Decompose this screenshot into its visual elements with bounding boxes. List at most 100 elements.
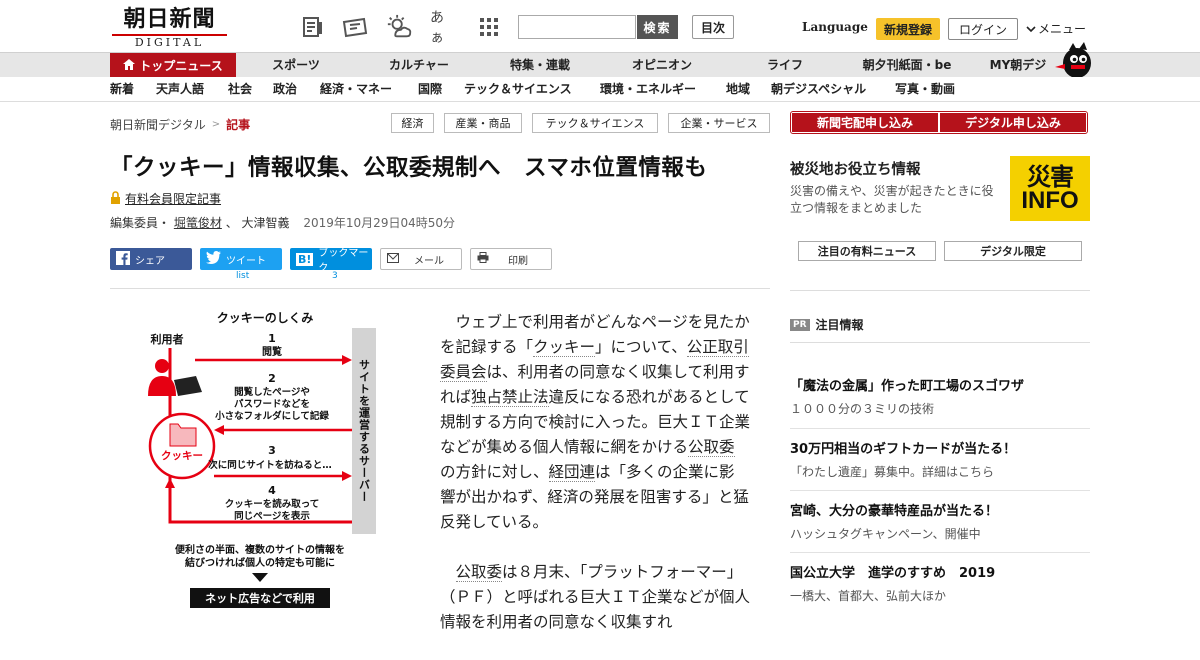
hatena-count[interactable]: 3 — [332, 271, 338, 281]
subnav-economy[interactable]: 経済・マネー — [320, 77, 392, 102]
disaster-info-title[interactable]: 被災地お役立ち情報 — [790, 158, 921, 179]
grid-menu-icon[interactable] — [476, 14, 502, 40]
nav-newspaper[interactable]: 朝夕刊紙面・be — [848, 53, 966, 78]
nav-opinion[interactable]: オピニオン — [617, 53, 707, 78]
pr-item[interactable]: 宮崎、大分の豪華特産品が当たる！ ハッシュタグキャンペーン、開催中 — [790, 503, 1090, 543]
nav-my-asahi[interactable]: MY朝デジ — [980, 53, 1056, 78]
subnav-region[interactable]: 地域 — [726, 77, 750, 102]
contents-button[interactable]: 目次 — [692, 15, 734, 39]
subnav-special[interactable]: 朝デジスペシャル — [771, 77, 866, 102]
breadcrumb-home[interactable]: 朝日新聞デジタル — [110, 116, 206, 133]
step3-label: 次に同じサイトを訪ねると… — [208, 459, 332, 471]
keyword-link-keidanren[interactable]: 経団連 — [548, 463, 596, 482]
print-button[interactable]: 印刷 — [470, 248, 552, 270]
subnav-tech-science[interactable]: テック＆サイエンス — [464, 77, 572, 102]
twitter-share-button[interactable]: ツイート — [200, 248, 282, 270]
disaster-info-logo[interactable]: 災害 INFO — [1010, 156, 1090, 221]
subnav-society[interactable]: 社会 — [228, 77, 252, 102]
pr-item[interactable]: 国公立大学 進学のすすめ 2019 一橋大、首都大、弘前大ほか — [790, 565, 1090, 605]
keyword-link-antimonopoly[interactable]: 独占禁止法 — [471, 388, 549, 407]
pr-section-title: 注目情報 — [815, 318, 864, 332]
tag-economy[interactable]: 経済 — [391, 113, 434, 133]
twitter-icon — [206, 251, 221, 267]
mail-icon — [387, 252, 399, 266]
nav-features[interactable]: 特集・連載 — [495, 53, 585, 78]
weather-icon[interactable] — [386, 14, 412, 40]
facebook-share-label: シェア — [135, 255, 165, 267]
cookie-diagram[interactable]: クッキーのしくみ 利用者 クッキー サイトを運営するサーバー 1 閲覧 2 閲覧… — [140, 306, 390, 630]
search-button[interactable]: 検索 — [637, 15, 678, 39]
keyword-link-kotorii-2[interactable]: 公取委 — [455, 563, 503, 582]
login-button[interactable]: ログイン — [948, 18, 1018, 40]
note-line2: 結びつければ個人の特定も可能に — [185, 556, 335, 569]
home-icon — [123, 58, 136, 73]
ticket-icon[interactable] — [342, 14, 368, 40]
arrowhead-step4 — [165, 478, 175, 488]
newspaper-delivery-button[interactable]: 新聞宅配申し込み — [792, 113, 938, 132]
hatena-bookmark-button[interactable]: B! ブックマーク — [290, 248, 372, 274]
tag-tech-science[interactable]: テック＆サイエンス — [532, 113, 658, 133]
pr-item[interactable]: 「魔法の金属」作った町工場のスゴワザ １０００分の３ミリの技術 — [790, 378, 1090, 418]
site-logo[interactable]: 朝日新聞 DIGITAL — [112, 6, 227, 49]
nav-sports[interactable]: スポーツ — [256, 53, 336, 78]
subnav-international[interactable]: 国際 — [418, 77, 442, 102]
facebook-icon — [116, 250, 130, 268]
tab-digital-only[interactable]: デジタル限定 — [944, 241, 1082, 261]
step2-line1: 閲覧したページや — [234, 386, 310, 398]
author-link[interactable]: 堀篭俊材 — [174, 216, 222, 230]
facebook-share-button[interactable]: シェア — [110, 248, 192, 270]
tab-premium-news[interactable]: 注目の有料ニュース — [798, 241, 936, 261]
nav-culture[interactable]: カルチャー — [374, 53, 464, 78]
mascot-icon[interactable] — [1055, 41, 1095, 79]
nav-top-news[interactable]: トップニュース — [110, 53, 236, 78]
result-label: ネット広告などで利用 — [205, 591, 315, 605]
tag-business[interactable]: 企業・サービス — [668, 113, 770, 133]
user-head — [155, 359, 169, 373]
hatena-bookmark-icon: B! — [296, 252, 314, 266]
disaster-logo-top: 災害 — [1027, 162, 1074, 191]
step2-line2: パスワードなどを — [234, 398, 310, 410]
tag-industry[interactable]: 産業・商品 — [444, 113, 522, 133]
sub-nav: 新着 天声人語 社会 政治 経済・マネー 国際 テック＆サイエンス 環境・エネル… — [0, 77, 1200, 102]
language-link[interactable]: Language — [802, 20, 868, 34]
step3-number: 3 — [268, 444, 276, 457]
digital-subscription-button[interactable]: デジタル申し込み — [940, 113, 1086, 132]
pr-divider — [790, 342, 1090, 343]
register-button[interactable]: 新規登録 — [876, 18, 940, 40]
article-headline: 「クッキー」情報収集、公取委規制へ スマホ位置情報も — [110, 155, 708, 181]
pr-item-subtitle: 一橋大、首都大、弘前大ほか — [790, 589, 947, 603]
twitter-count[interactable]: list — [236, 271, 249, 281]
diagram-title: クッキーのしくみ — [217, 311, 313, 325]
keyword-link-kotorii[interactable]: 公取委 — [688, 438, 735, 457]
subscription-buttons: 新聞宅配申し込み デジタル申し込み — [790, 111, 1088, 134]
pr-item[interactable]: 30万円相当のギフトカードが当たる！ 「わたし遺産」募集中。詳細はこちら — [790, 441, 1090, 481]
newspaper-icon[interactable] — [300, 14, 326, 40]
user-label: 利用者 — [151, 332, 184, 346]
mail-share-button[interactable]: メール — [380, 248, 462, 270]
pr-item-headline: 30万円相当のギフトカードが当たる！ — [790, 442, 1017, 457]
byline: 編集委員・ 堀篭俊材 、 大津智義 2019年10月29日04時50分 — [110, 214, 455, 231]
subnav-politics[interactable]: 政治 — [273, 77, 297, 102]
pr-item-headline: 「魔法の金属」作った町工場のスゴワザ — [790, 379, 1025, 394]
arrowhead-step2 — [214, 425, 224, 435]
search-input[interactable] — [518, 15, 636, 39]
menu-button[interactable]: メニュー — [1026, 20, 1086, 37]
subnav-tenseijingo[interactable]: 天声人語 — [156, 77, 204, 102]
keyword-link-cookie[interactable]: クッキー — [533, 338, 596, 357]
logo-japanese: 朝日新聞 — [123, 6, 216, 32]
site-header: 朝日新聞 DIGITAL あぁ 検索 目次 Language 新規登録 ログイン… — [0, 0, 1200, 52]
subnav-photo-video[interactable]: 写真・動画 — [895, 77, 955, 102]
article-body: ウェブ上で利用者がどんなページを見たかを記録する「クッキー」について、公正取引委… — [440, 310, 750, 660]
step4-number: 4 — [268, 484, 276, 497]
subnav-environment[interactable]: 環境・エネルギー — [600, 77, 696, 102]
triangle-down-icon — [252, 573, 268, 582]
subnav-latest[interactable]: 新着 — [110, 77, 134, 102]
font-size-icon[interactable]: あぁ — [430, 10, 456, 46]
menu-label: メニュー — [1038, 22, 1087, 36]
nav-life[interactable]: ライフ — [745, 53, 825, 78]
members-only-badge[interactable]: 有料会員限定記事 — [110, 190, 221, 207]
step2-line3: 小さなフォルダにして記録 — [214, 410, 329, 422]
sidebar-divider — [790, 290, 1090, 291]
pr-section-header: PR 注目情報 — [790, 316, 864, 333]
hatena-bookmark-label: ブックマーク — [318, 248, 369, 274]
